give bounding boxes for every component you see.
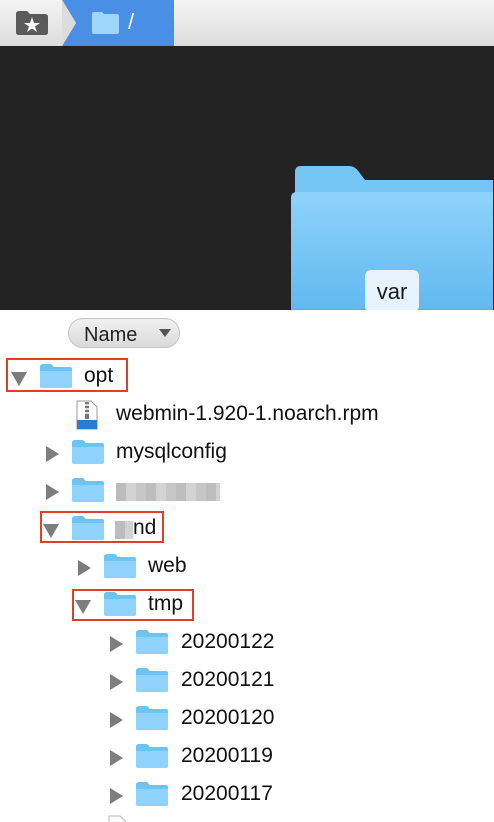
folder-icon <box>136 668 168 692</box>
tree-row-20200119[interactable]: 20200119 <box>0 738 494 776</box>
tree-row-web[interactable]: web <box>0 548 494 586</box>
tree-row-20200120[interactable]: 20200120 <box>0 700 494 738</box>
folder-icon <box>72 478 104 502</box>
disclosure-closed-icon[interactable] <box>110 788 123 804</box>
tree-row-20200122[interactable]: 20200122 <box>0 624 494 662</box>
tree-row-mysqlconfig[interactable]: mysqlconfig <box>0 434 494 472</box>
folder-icon <box>136 782 168 806</box>
name-column-header[interactable]: Name <box>68 318 180 348</box>
tree-row-label: 20200117 <box>181 782 273 805</box>
highlight-box <box>6 358 128 392</box>
name-column-label: Name <box>84 324 138 346</box>
disclosure-closed-icon[interactable] <box>46 446 59 462</box>
redacted-label <box>116 483 220 501</box>
tree-row-label: 20200122 <box>181 630 275 653</box>
highlight-box <box>72 589 194 621</box>
disclosure-closed-icon[interactable] <box>110 674 123 690</box>
tree-row-label: 20200119 <box>181 744 273 767</box>
path-crumb-label: / <box>128 9 135 34</box>
tree-row-label: 20200120 <box>181 706 275 729</box>
folder-icon <box>136 630 168 654</box>
tree-row-file[interactable]: webmin-1.920-1.noarch.rpm <box>0 396 494 434</box>
folder-icon <box>136 706 168 730</box>
tree-row-label: mysqlconfig <box>116 440 227 463</box>
disclosure-closed-icon[interactable] <box>46 484 59 500</box>
tree-row-label: 20200121 <box>181 668 275 691</box>
file-icon <box>108 815 126 822</box>
rpm-archive-icon <box>76 400 98 430</box>
folder-icon <box>136 744 168 768</box>
disclosure-closed-icon[interactable] <box>110 750 123 766</box>
highlight-box <box>40 511 164 543</box>
star-folder-icon[interactable] <box>14 8 50 36</box>
sort-down-icon <box>159 329 171 337</box>
column-header: Name <box>0 310 494 356</box>
tree-row-label: webmin-1.920-1.noarch.rpm <box>116 402 379 425</box>
tree-row-label: web <box>148 554 187 577</box>
tree-row-20200117[interactable]: 20200117 <box>0 776 494 814</box>
disclosure-closed-icon[interactable] <box>110 636 123 652</box>
preview-pane: var <box>0 46 494 326</box>
tree-row-20200121[interactable]: 20200121 <box>0 662 494 700</box>
path-bar: / <box>0 0 494 47</box>
folder-icon <box>104 554 136 578</box>
disclosure-closed-icon[interactable] <box>78 560 91 576</box>
disclosure-closed-icon[interactable] <box>110 712 123 728</box>
tree-row-redacted[interactable] <box>0 472 494 510</box>
folder-icon <box>72 440 104 464</box>
preview-folder-name: var <box>365 270 419 312</box>
path-crumb[interactable] <box>62 0 174 46</box>
